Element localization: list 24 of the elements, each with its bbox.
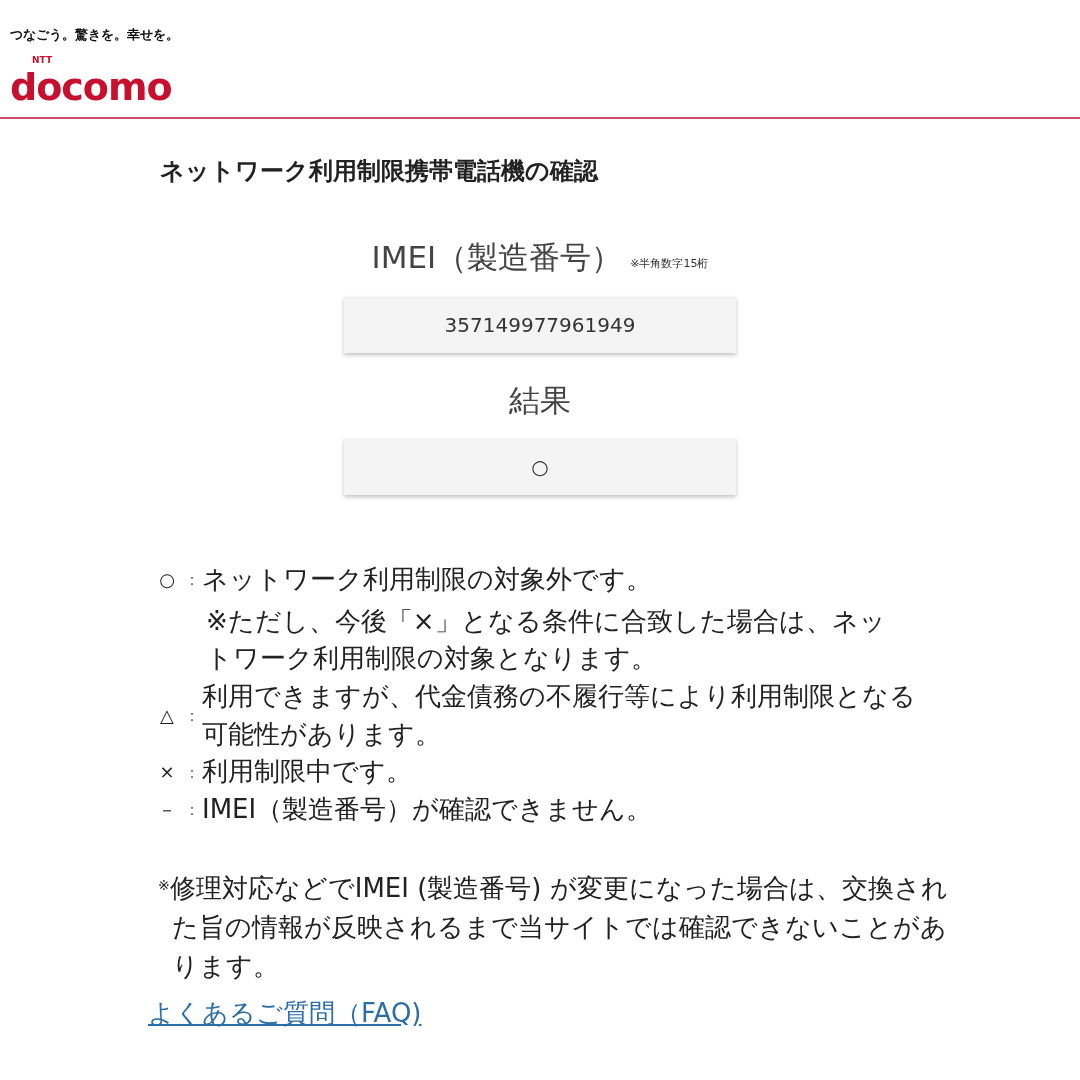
legend-text: ネットワーク利用制限の対象外です。 bbox=[202, 563, 653, 596]
legend-separator: ： bbox=[184, 761, 201, 784]
legend-separator: ： bbox=[184, 569, 201, 592]
logo-superscript: NTT bbox=[32, 56, 53, 65]
footnote: $^{※}$修理対応などでIMEI (製造番号) が変更になった場合は、交換された旨の情報が反映されるまで当サイトでは確認できないことがあります。 bbox=[158, 871, 949, 983]
page-title: ネットワーク利用制限携帯電話機の確認 bbox=[160, 157, 598, 186]
legend-symbol: △ bbox=[159, 703, 175, 728]
legend-note: ※ただし、今後「×」となる条件に合致した場合は、ネットワーク利用制限の対象となります。 bbox=[206, 604, 887, 676]
result-field: ○ bbox=[344, 439, 736, 495]
result-label: 結果 bbox=[509, 380, 571, 420]
legend-symbol: × bbox=[158, 760, 176, 785]
faq-link[interactable]: よくあるご質問（FAQ) bbox=[148, 993, 422, 1033]
legend-separator: ： bbox=[184, 705, 201, 728]
legend-symbol: ○ bbox=[158, 567, 176, 592]
legend-text: 利用できますが、代金債務の不履行等により利用制限となる可能性があります。 bbox=[202, 680, 917, 751]
legend-text: IMEI（製造番号）が確認できません。 bbox=[202, 793, 654, 827]
legend-text: 利用制限中です。 bbox=[202, 755, 413, 789]
logo: docomo bbox=[10, 70, 172, 105]
imei-field[interactable]: 357149977961949 bbox=[344, 296, 736, 353]
field-hint: ※半角数字15桁 bbox=[630, 256, 709, 272]
legend-symbol: － bbox=[157, 797, 177, 822]
tagline: つなごう。驚きを。幸せを。 bbox=[10, 26, 179, 44]
field-label: IMEI（製造番号） bbox=[371, 238, 623, 277]
legend-separator: ： bbox=[184, 799, 201, 822]
